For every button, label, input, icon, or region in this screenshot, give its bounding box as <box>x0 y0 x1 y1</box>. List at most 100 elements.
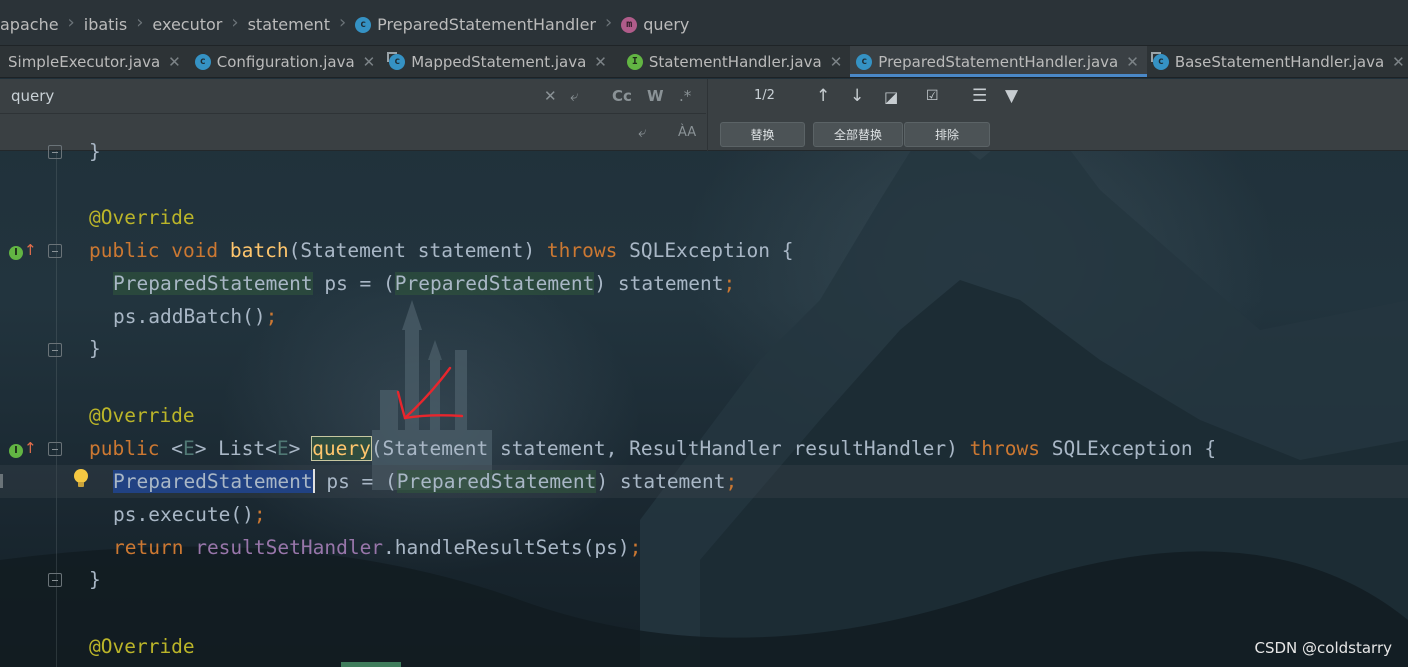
breadcrumb-item-ibatis[interactable]: ibatis <box>84 0 127 46</box>
code-line: public <E> List<E> query(Statement state… <box>0 432 1408 465</box>
annotation: @Override <box>89 635 195 658</box>
search-input[interactable] <box>0 81 520 111</box>
tab-prepared-statement-handler[interactable]: c PreparedStatementHandler.java ✕ <box>850 46 1147 77</box>
code-text: ps = ( <box>314 470 397 493</box>
tab-configuration[interactable]: c Configuration.java ✕ <box>189 46 384 77</box>
code-text: } <box>89 140 101 163</box>
class-icon: c <box>194 53 211 70</box>
breadcrumb-item-apache[interactable]: apache <box>0 0 59 46</box>
keyword: public <box>89 437 160 460</box>
multi-select-icon[interactable]: ☑ <box>926 88 939 104</box>
tab-label: SimpleExecutor.java <box>8 52 161 71</box>
keyword: throws <box>969 437 1041 460</box>
code-text: ; <box>629 536 642 559</box>
chevron-right-icon: › <box>605 12 613 33</box>
filter-options-icon[interactable]: ☰ <box>972 86 987 106</box>
chevron-right-icon: › <box>67 12 75 33</box>
breadcrumb-label: ibatis <box>83 15 128 34</box>
code-text: < <box>159 437 183 460</box>
breadcrumb-item-statement[interactable]: statement <box>248 0 330 46</box>
field-name: resultSetHandler <box>195 536 384 559</box>
search-match-highlight: query <box>311 436 372 461</box>
scroll-marker <box>341 662 401 667</box>
keyword: throws <box>546 239 618 262</box>
lightbulb-icon[interactable] <box>74 469 88 489</box>
close-icon[interactable]: ✕ <box>830 53 843 71</box>
code-line: public void batch(Statement statement) t… <box>0 234 1408 267</box>
watermark: CSDN @coldstarry <box>1254 639 1392 657</box>
code-text: > <box>288 437 313 460</box>
class-icon: c <box>387 51 406 70</box>
type-name: PreparedStatement <box>113 272 313 295</box>
tab-label: StatementHandler.java <box>648 52 822 71</box>
close-icon[interactable]: ✕ <box>1126 53 1139 71</box>
tab-base-statement-handler[interactable]: c BaseStatementHandler.java ✕ <box>1147 46 1408 77</box>
select-all-occurrences-icon[interactable]: ◪ <box>884 88 898 106</box>
code-text: (Statement statement) <box>288 239 547 262</box>
method-name: batch <box>229 239 289 262</box>
interface-icon: I <box>626 53 643 70</box>
new-line-icon[interactable]: ⤶ <box>570 87 578 105</box>
filter-icon[interactable]: ▼ <box>1005 86 1018 106</box>
keyword: void <box>171 239 219 262</box>
tab-label: MappedStatement.java <box>411 52 587 71</box>
chevron-right-icon: › <box>136 12 144 33</box>
breadcrumb: apache › ibatis › executor › statement ›… <box>0 0 1408 46</box>
tab-mapped-statement[interactable]: c MappedStatement.java ✕ <box>383 46 615 77</box>
type-name: PreparedStatement <box>396 470 597 493</box>
close-icon[interactable]: ✕ <box>168 53 181 71</box>
editor-tab-bar: SimpleExecutor.java ✕ c Configuration.ja… <box>0 46 1408 78</box>
regex-toggle[interactable]: .* <box>679 87 691 105</box>
whole-words-toggle[interactable]: W <box>647 87 664 105</box>
code-text: ) statement <box>594 272 724 295</box>
tab-simple-executor[interactable]: SimpleExecutor.java ✕ <box>0 46 189 77</box>
code-text: ; <box>253 503 266 526</box>
code-text: SQLException { <box>617 239 794 262</box>
keyword: return <box>113 536 184 559</box>
code-line: ps.execute(); <box>0 498 1408 531</box>
close-icon[interactable]: ✕ <box>363 53 376 71</box>
tab-statement-handler[interactable]: I StatementHandler.java ✕ <box>615 46 850 77</box>
code-text: SQLException { <box>1040 437 1217 460</box>
breadcrumb-item-method[interactable]: m query <box>621 0 689 46</box>
tab-label: BaseStatementHandler.java <box>1174 52 1385 71</box>
code-line: } <box>0 135 1408 168</box>
code-text: ps.execute() <box>113 503 254 526</box>
arrow-up-icon[interactable]: ↑ <box>816 86 830 106</box>
code-line: ps.addBatch(); <box>0 300 1408 333</box>
tab-label: PreparedStatementHandler.java <box>878 52 1119 71</box>
code-text: (Statement statement, ResultHandler resu… <box>370 437 970 460</box>
generic-type: E <box>182 437 195 460</box>
code-text: ; <box>265 305 278 328</box>
code-line: @Override <box>0 201 1408 234</box>
annotation: @Override <box>89 404 195 427</box>
fold-icon[interactable] <box>48 145 62 159</box>
code-line: } <box>0 332 1408 365</box>
annotation: @Override <box>89 206 195 229</box>
close-icon[interactable]: ✕ <box>594 53 607 71</box>
find-row: ✕ ⤶ Cc W .* <box>0 79 706 114</box>
selected-text: PreparedStatement <box>113 470 313 493</box>
clear-icon[interactable]: ✕ <box>544 87 557 105</box>
tab-label: Configuration.java <box>216 52 355 71</box>
match-count: 1/2 <box>754 88 775 103</box>
chevron-right-icon: › <box>231 12 239 33</box>
breadcrumb-item-class[interactable]: c PreparedStatementHandler <box>355 0 596 46</box>
code-line: @Override <box>0 630 1408 663</box>
code-line: } <box>0 563 1408 596</box>
breadcrumb-label: statement <box>247 15 330 34</box>
code-text: > List< <box>194 437 277 460</box>
chevron-right-icon: › <box>338 12 347 33</box>
arrow-down-icon[interactable]: ↓ <box>850 86 864 106</box>
code-text: ps.addBatch() <box>113 305 266 328</box>
code-line: return resultSetHandler.handleResultSets… <box>0 531 1408 564</box>
code-editor[interactable]: } @Override I ↑ public void batch(Stateme… <box>0 140 1408 667</box>
class-icon: c <box>355 16 372 33</box>
breadcrumb-label: apache <box>0 15 59 34</box>
abstract-class-icon: c <box>1150 51 1169 70</box>
close-icon[interactable]: ✕ <box>1392 53 1405 71</box>
code-line-current: PreparedStatement ps = (PreparedStatemen… <box>0 465 1408 498</box>
breadcrumb-item-executor[interactable]: executor <box>152 0 222 46</box>
match-case-toggle[interactable]: Cc <box>612 87 632 105</box>
generic-type: E <box>276 437 289 460</box>
